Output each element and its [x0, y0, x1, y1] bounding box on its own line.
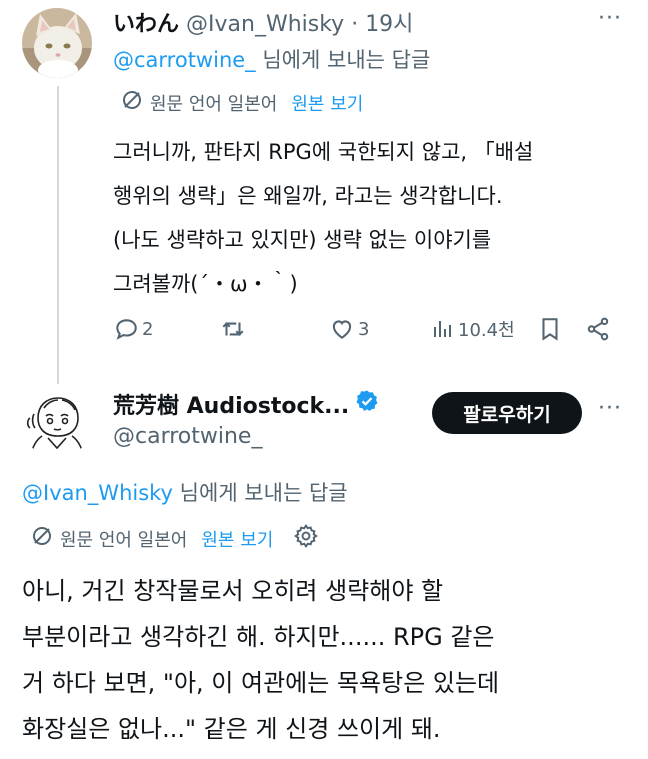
- bookmark-icon: [542, 318, 558, 341]
- avatar-sketch-face[interactable]: [22, 388, 92, 458]
- tweet2-body: 아니, 거긴 창작물로서 오히려 생략해야 할 부분이라고 생각하긴 해. 하지…: [22, 568, 632, 752]
- tweet1-reply-suffix: 님에게 보내는 답글: [255, 48, 431, 72]
- thread-connector-line: [57, 86, 59, 384]
- tweet1-body-line: 그려볼까(´・ω・｀): [113, 272, 298, 296]
- bookmark-button[interactable]: [537, 316, 563, 342]
- tweet2-body-line: 화장실은 없나..." 같은 게 신경 쓰이게 돼.: [22, 715, 441, 743]
- follow-button[interactable]: 팔로우하기: [432, 392, 582, 434]
- share-icon: [587, 317, 609, 341]
- tweet2-reply-to-mention[interactable]: @Ivan_Whisky: [22, 481, 173, 505]
- like-count: 3: [358, 318, 370, 340]
- tweet2-body-line: 부분이라고 생각하긴 해. 하지만...... RPG 같은: [22, 623, 495, 651]
- tweet1-show-original-link[interactable]: 원본 보기: [291, 90, 363, 116]
- tweet1-body: 그러니까, 판타지 RPG에 국한되지 않고, 「배설 행위의 생략」은 왜일까…: [113, 130, 628, 306]
- retweet-icon: [222, 322, 244, 336]
- translation-settings-gear-icon[interactable]: [293, 523, 319, 554]
- avatar-cat[interactable]: [22, 8, 92, 78]
- tweet1-handle[interactable]: @Ivan_Whisky: [186, 12, 344, 37]
- tweet2-body-line: 아니, 거긴 창작물로서 오히려 생략해야 할: [22, 577, 444, 605]
- reply-button[interactable]: 2: [113, 316, 153, 342]
- tweet1-body-line: 행위의 생략」은 왜일까, 라고는 생각합니다.: [113, 184, 503, 208]
- tweet2-body-line: 거 하다 보면, "아, 이 여관에는 목욕탕은 있는데: [22, 669, 500, 697]
- tweet2-show-original-link[interactable]: 원본 보기: [201, 526, 273, 552]
- tweet1-translate-source: 원문 언어 일본어: [150, 93, 278, 115]
- views-count: 10.4천: [458, 320, 515, 341]
- tweet2-reply-suffix: 님에게 보내는 답글: [173, 481, 348, 505]
- like-button[interactable]: 3: [329, 316, 369, 342]
- retweet-button[interactable]: [219, 316, 250, 342]
- heart-icon: [332, 320, 352, 339]
- reply-count: 2: [142, 318, 154, 340]
- reply-icon: [116, 319, 137, 340]
- tweet1-header: いわん @Ivan_Whisky · 19시: [113, 6, 413, 38]
- tweet2-display-name[interactable]: 荒芳樹 Audiostock...: [113, 388, 349, 420]
- tweet1-reply-to-mention[interactable]: @carrotwine_: [113, 48, 256, 72]
- tweet1-action-bar: 2 3 10.4천: [113, 316, 623, 346]
- translate-icon: [120, 88, 144, 117]
- tweet2-translation-row: 원문 언어 일본어 원본 보기: [30, 523, 319, 554]
- views-button[interactable]: 10.4천: [431, 316, 515, 342]
- tweet1-display-name[interactable]: いわん: [113, 12, 179, 37]
- translate-icon: [30, 524, 54, 553]
- tweet2-header: 荒芳樹 Audiostock...: [113, 388, 379, 420]
- tweet1-reply-context: @carrotwine_ 님에게 보내는 답글: [113, 44, 430, 74]
- tweet2-more-icon[interactable]: ···: [598, 396, 622, 421]
- share-button[interactable]: [585, 316, 611, 342]
- tweet1-body-line: 그러니까, 판타지 RPG에 국한되지 않고, 「배설: [113, 140, 534, 164]
- tweet1-translation-row: 원문 언어 일본어 원본 보기: [120, 88, 363, 117]
- tweet1-more-icon[interactable]: ···: [598, 6, 622, 31]
- tweet2-translate-source: 원문 언어 일본어: [60, 529, 188, 551]
- tweet1-time[interactable]: · 19시: [351, 12, 413, 37]
- tweet2-reply-context: @Ivan_Whisky 님에게 보내는 답글: [22, 477, 348, 507]
- views-chart-icon: [434, 321, 451, 337]
- verified-badge-icon: [355, 389, 379, 419]
- tweet2-handle[interactable]: @carrotwine_: [113, 424, 262, 449]
- tweet1-body-line: (나도 생략하고 있지만) 생략 없는 이야기를: [113, 228, 492, 252]
